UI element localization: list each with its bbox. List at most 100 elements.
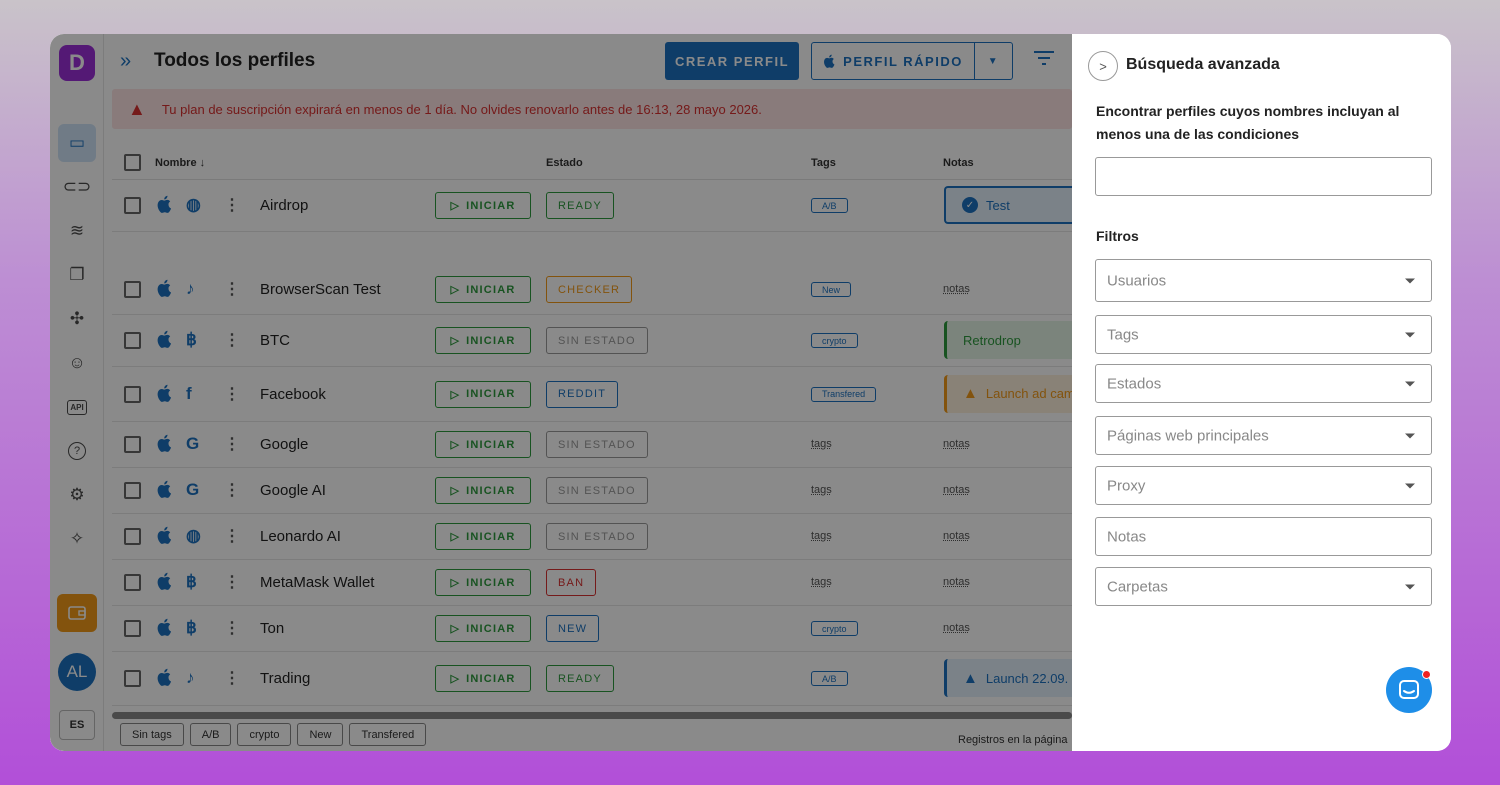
- sidebar-item-api[interactable]: API: [58, 388, 96, 426]
- more-options-icon[interactable]: ⋮: [224, 434, 240, 454]
- filter-proxy[interactable]: Proxy: [1095, 466, 1432, 505]
- notes-placeholder[interactable]: notas: [943, 484, 970, 496]
- row-checkbox[interactable]: [124, 385, 141, 403]
- status-badge[interactable]: SIN ESTADO: [546, 431, 648, 458]
- language-button[interactable]: ES: [59, 710, 95, 740]
- more-options-icon[interactable]: ⋮: [224, 195, 240, 215]
- tag-chip[interactable]: A/B: [189, 723, 232, 746]
- start-button[interactable]: ▷ INICIAR: [435, 523, 531, 550]
- tag-chip[interactable]: crypto: [237, 723, 292, 746]
- profile-name[interactable]: Leonardo AI: [260, 528, 341, 545]
- table-row[interactable]: G ⋮ Google ▷ INICIAR SIN ESTADO tags notas: [112, 422, 1072, 468]
- tag-chip[interactable]: Transfered: [349, 723, 427, 746]
- status-badge[interactable]: SIN ESTADO: [546, 523, 648, 550]
- start-button[interactable]: ▷ INICIAR: [435, 380, 531, 408]
- filter-páginas-web-principales[interactable]: Páginas web principales: [1095, 416, 1432, 455]
- notes-placeholder[interactable]: notas: [943, 530, 970, 542]
- row-checkbox[interactable]: [124, 436, 141, 453]
- profile-name[interactable]: Google: [260, 436, 308, 453]
- table-row[interactable]: ฿ ⋮ BTC ▷ INICIAR SIN ESTADO crypto Retrodrop: [112, 315, 1134, 367]
- start-button[interactable]: ▷ INICIAR: [435, 615, 531, 642]
- expand-sidebar-icon[interactable]: »: [120, 50, 131, 73]
- start-button[interactable]: ▷ INICIAR: [435, 569, 531, 596]
- status-badge[interactable]: REDDIT: [546, 380, 619, 408]
- row-checkbox[interactable]: [124, 197, 141, 214]
- horizontal-scrollbar[interactable]: [112, 712, 1072, 719]
- more-options-icon[interactable]: ⋮: [224, 668, 240, 688]
- row-checkbox[interactable]: [124, 281, 141, 298]
- table-row[interactable]: ฿ ⋮ Ton ▷ INICIAR NEW crypto notas: [112, 606, 1072, 652]
- tag-badge[interactable]: A/B: [811, 671, 848, 686]
- quick-profile-button[interactable]: PERFIL RÁPIDO ▼: [811, 42, 1013, 80]
- status-badge[interactable]: READY: [546, 665, 614, 692]
- select-all-checkbox[interactable]: [124, 154, 141, 171]
- profile-name[interactable]: Facebook: [260, 386, 326, 403]
- more-options-icon[interactable]: ⋮: [224, 480, 240, 500]
- start-button[interactable]: ▷ INICIAR: [435, 477, 531, 504]
- tag-chip[interactable]: New: [297, 723, 344, 746]
- sidebar-item-automation[interactable]: ≋: [58, 212, 96, 250]
- filter-notas[interactable]: Notas: [1095, 517, 1432, 556]
- notes-placeholder[interactable]: notas: [943, 438, 970, 450]
- tags-placeholder[interactable]: tags: [811, 530, 832, 542]
- more-options-icon[interactable]: ⋮: [224, 384, 240, 404]
- profile-name[interactable]: Airdrop: [260, 197, 308, 214]
- filter-tags[interactable]: Tags: [1095, 315, 1432, 354]
- table-row[interactable]: ◍ ⋮ Leonardo AI ▷ INICIAR SIN ESTADO tags notas: [112, 514, 1072, 560]
- row-checkbox[interactable]: [124, 574, 141, 591]
- tags-placeholder[interactable]: tags: [811, 438, 832, 450]
- table-row[interactable]: ♪ ⋮ BrowserScan Test ▷ INICIAR CHECKER New nota…: [112, 265, 1072, 315]
- name-search-input[interactable]: [1095, 157, 1432, 196]
- row-checkbox[interactable]: [124, 670, 141, 687]
- notes-placeholder[interactable]: notas: [943, 283, 970, 295]
- start-button[interactable]: ▷ INICIAR: [435, 192, 531, 219]
- sidebar-item-link[interactable]: ⊂⊃: [58, 168, 96, 206]
- sidebar-item-extension[interactable]: ✣: [58, 300, 96, 338]
- row-checkbox[interactable]: [124, 528, 141, 545]
- status-badge[interactable]: BAN: [546, 569, 597, 596]
- filter-carpetas[interactable]: Carpetas: [1095, 567, 1432, 606]
- tag-chip[interactable]: Sin tags: [120, 723, 184, 746]
- start-button[interactable]: ▷ INICIAR: [435, 665, 531, 692]
- table-row[interactable]: G ⋮ Google AI ▷ INICIAR SIN ESTADO tags notas: [112, 468, 1072, 514]
- start-button[interactable]: ▷ INICIAR: [435, 431, 531, 458]
- sidebar-item-bulb[interactable]: ✧: [58, 520, 96, 558]
- status-badge[interactable]: SIN ESTADO: [546, 327, 648, 354]
- wallet-button[interactable]: [57, 594, 97, 632]
- row-checkbox[interactable]: [124, 482, 141, 499]
- more-options-icon[interactable]: ⋮: [224, 526, 240, 546]
- notes-placeholder[interactable]: notas: [943, 622, 970, 634]
- tags-placeholder[interactable]: tags: [811, 576, 832, 588]
- filter-usuarios[interactable]: Usuarios: [1095, 259, 1432, 302]
- profile-name[interactable]: BTC: [260, 332, 290, 349]
- profile-name[interactable]: Google AI: [260, 482, 326, 499]
- more-options-icon[interactable]: ⋮: [224, 330, 240, 350]
- tag-badge[interactable]: Transfered: [811, 386, 877, 402]
- sidebar-item-settings[interactable]: ⚙: [58, 476, 96, 514]
- table-row[interactable]: ฿ ⋮ MetaMask Wallet ▷ INICIAR BAN tags notas: [112, 560, 1072, 606]
- profile-name[interactable]: MetaMask Wallet: [260, 574, 374, 591]
- start-button[interactable]: ▷ INICIAR: [435, 276, 531, 303]
- quick-profile-dropdown[interactable]: ▼: [974, 43, 1012, 79]
- more-options-icon[interactable]: ⋮: [224, 618, 240, 638]
- column-name[interactable]: Nombre ↓: [155, 157, 205, 169]
- create-profile-button[interactable]: CREAR PERFIL: [665, 42, 799, 80]
- tags-placeholder[interactable]: tags: [811, 484, 832, 496]
- notes-placeholder[interactable]: notas: [943, 576, 970, 588]
- status-badge[interactable]: NEW: [546, 615, 600, 642]
- filter-icon[interactable]: [1034, 50, 1054, 71]
- tag-badge[interactable]: New: [811, 282, 852, 297]
- profile-name[interactable]: Trading: [260, 670, 310, 687]
- close-panel-button[interactable]: >: [1088, 51, 1118, 81]
- tag-badge[interactable]: A/B: [811, 198, 848, 213]
- row-checkbox[interactable]: [124, 620, 141, 637]
- sidebar-item-copy[interactable]: ❐: [58, 256, 96, 294]
- start-button[interactable]: ▷ INICIAR: [435, 327, 531, 354]
- profile-name[interactable]: BrowserScan Test: [260, 281, 381, 298]
- profile-name[interactable]: Ton: [260, 620, 284, 637]
- avatar[interactable]: AL: [58, 653, 96, 691]
- tag-badge[interactable]: crypto: [811, 621, 858, 636]
- row-checkbox[interactable]: [124, 332, 141, 349]
- filter-estados[interactable]: Estados: [1095, 364, 1432, 403]
- table-row[interactable]: ♪ ⋮ Trading ▷ INICIAR READY A/B ▲ Launch 22.09.: [112, 652, 1134, 706]
